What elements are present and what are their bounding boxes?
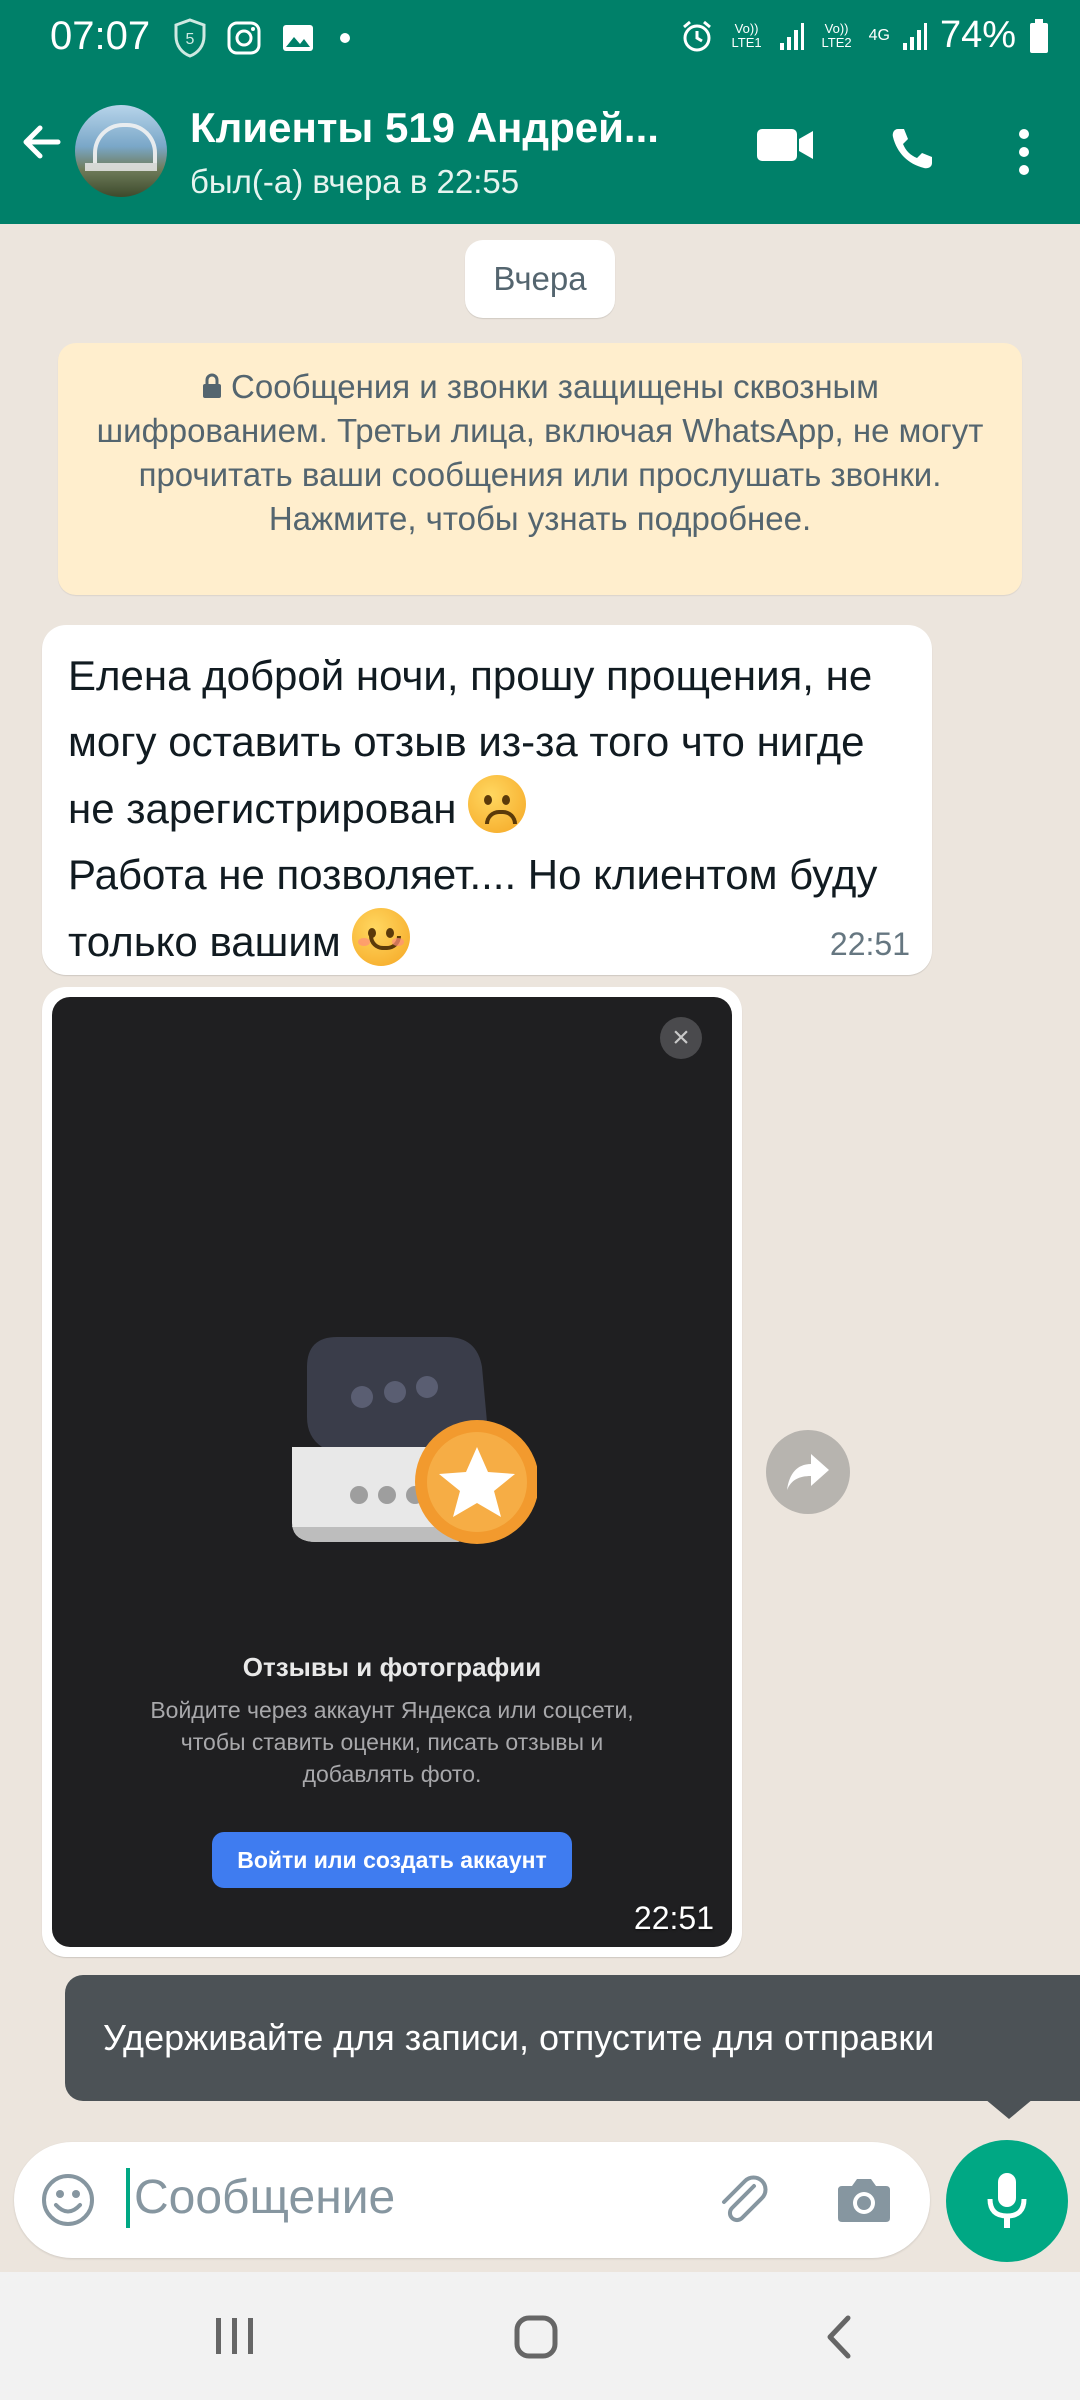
system-nav-bar	[0, 2272, 1080, 2400]
lock-icon	[203, 373, 222, 398]
image-heading: Отзывы и фотографии	[242, 1652, 542, 1682]
last-seen: был(-а) вчера в 22:55	[190, 163, 520, 200]
more-options-button[interactable]	[1012, 128, 1036, 181]
recents-icon	[216, 2318, 253, 2354]
date-separator: Вчера	[465, 240, 615, 318]
image-time: 22:51	[633, 1900, 714, 1936]
home-icon	[514, 2315, 558, 2359]
more-vert-icon	[1019, 129, 1029, 175]
svg-text:5: 5	[186, 31, 195, 48]
phone-icon	[892, 129, 932, 169]
status-left-icons: 5	[172, 18, 350, 58]
message-text: Елена доброй ночи, прошу прощения, не мо…	[68, 643, 918, 975]
image-message[interactable]: × Отзывы и фотографии Войдите через акка…	[42, 987, 742, 1957]
screenshot-image[interactable]: × Отзывы и фотографии Войдите через акка…	[52, 997, 732, 1947]
network-gen-label: 4G	[868, 26, 890, 44]
encryption-notice[interactable]: Сообщения и звонки защищены сквозным шиф…	[58, 343, 1022, 595]
network-1-label: Vo)) LTE1	[731, 20, 762, 50]
alarm-icon	[682, 20, 711, 51]
encryption-notice-text: Сообщения и звонки защищены сквозным шиф…	[96, 368, 984, 537]
instagram-icon	[227, 21, 261, 55]
record-tooltip: Удерживайте для записи, отпустите для от…	[65, 1975, 1080, 2101]
attach-icon	[722, 2175, 768, 2223]
message-composer: Сообщение	[14, 2142, 930, 2258]
message-time: 22:51	[829, 926, 910, 962]
battery-percent: 74%	[939, 14, 1016, 56]
camera-button[interactable]	[836, 2174, 892, 2229]
tooltip-arrow	[985, 2099, 1033, 2119]
back-button[interactable]	[18, 118, 66, 171]
voice-record-button[interactable]	[946, 2140, 1068, 2262]
reviews-illustration-icon	[292, 1337, 537, 1544]
voice-call-button[interactable]	[888, 125, 936, 178]
video-call-icon	[757, 129, 813, 161]
emoji-button[interactable]	[40, 2172, 96, 2233]
status-time: 07:07	[50, 14, 151, 58]
emoji-icon	[42, 2174, 94, 2226]
close-icon: ×	[660, 1017, 702, 1059]
battery-icon	[1030, 18, 1048, 53]
smiling-face-emoji	[352, 908, 411, 966]
contact-avatar[interactable]	[75, 105, 167, 197]
login-button: Войти или создать аккаунт	[212, 1832, 572, 1888]
camera-icon	[838, 2179, 890, 2222]
recents-button[interactable]	[210, 2314, 260, 2363]
mic-icon	[987, 2173, 1027, 2228]
signal-1-icon	[779, 22, 804, 50]
message-line-2: Работа не позволяет.... Но клиентом буду…	[68, 851, 878, 965]
forward-button[interactable]	[766, 1430, 850, 1514]
nav-back-icon	[827, 2315, 851, 2359]
incoming-message[interactable]: Елена доброй ночи, прошу прощения, не мо…	[42, 625, 932, 975]
back-arrow-icon	[23, 125, 61, 159]
notification-dot-icon	[340, 33, 350, 43]
image-description: Войдите через аккаунт Яндекса или соцсет…	[150, 1697, 634, 1787]
gallery-icon	[283, 25, 313, 51]
contact-name[interactable]: Клиенты 519 Андрей...	[190, 104, 659, 152]
network-2-label: Vo)) LTE2	[821, 20, 852, 50]
record-tooltip-text: Удерживайте для записи, отпустите для от…	[103, 2017, 935, 2058]
nav-back-button[interactable]	[820, 2314, 860, 2365]
status-right: Vo)) LTE1 Vo)) LTE2 4G 74%	[679, 14, 1050, 57]
app-header: 07:07 5 Vo)) LTE1 Vo)) LTE2 4G 74% Клиен…	[0, 0, 1080, 224]
signal-2-icon	[902, 22, 927, 50]
disappointed-face-emoji	[468, 775, 527, 833]
shield-icon: 5	[174, 18, 206, 58]
message-input[interactable]: Сообщение	[126, 2168, 395, 2228]
home-button[interactable]	[512, 2314, 562, 2365]
forward-icon	[787, 1454, 829, 1490]
attach-button[interactable]	[714, 2172, 770, 2233]
video-call-button[interactable]	[755, 125, 815, 170]
